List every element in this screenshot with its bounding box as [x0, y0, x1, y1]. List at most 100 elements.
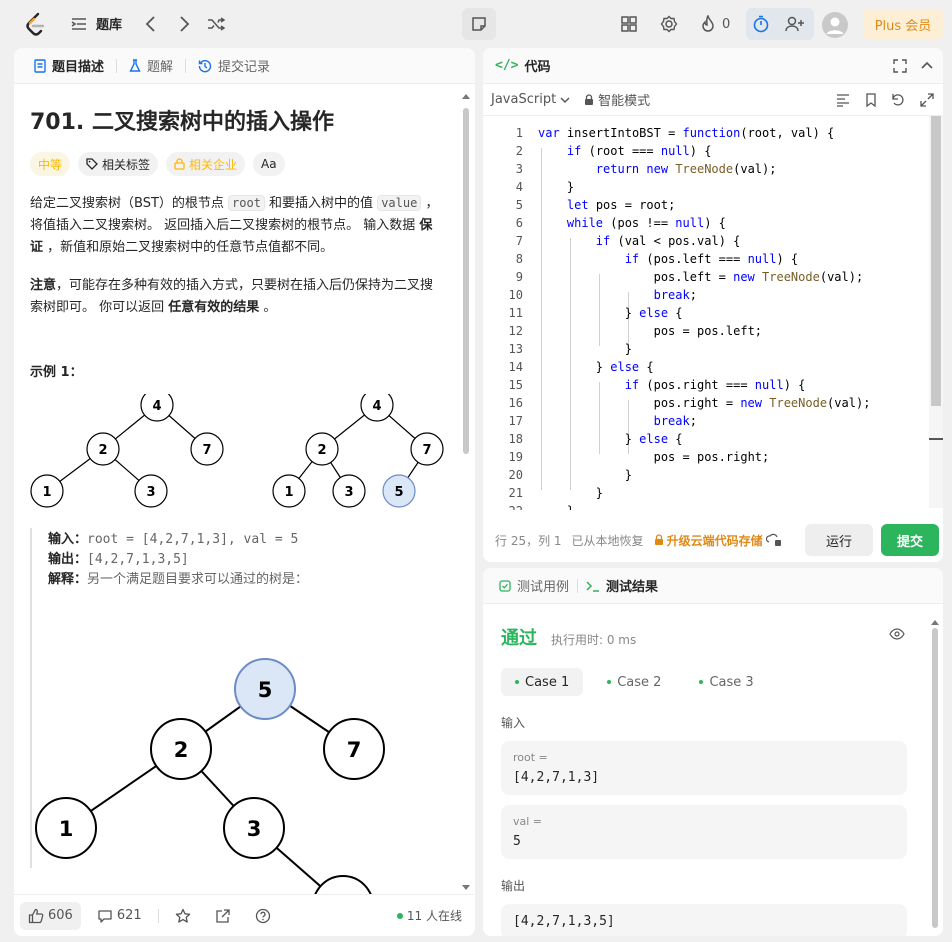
line-number: 14	[508, 360, 523, 374]
tree-node-label: 4	[152, 399, 161, 414]
line-number: 5	[515, 198, 523, 212]
tab-testcases-label: 测试用例	[517, 580, 570, 595]
code-tab[interactable]: </> 代码	[495, 56, 551, 75]
scroll-up-icon	[462, 94, 470, 99]
line-number: 20	[508, 468, 523, 482]
bookmark-icon[interactable]	[865, 93, 877, 107]
settings-button[interactable]	[660, 10, 678, 38]
language-select[interactable]: JavaScript	[491, 92, 570, 107]
case-tab-3[interactable]: Case 3	[685, 668, 767, 696]
favorite-button[interactable]	[167, 902, 199, 930]
example-tree-diagrams: 4 2 7 1 3 4 2 7 1 3 5	[30, 394, 444, 508]
tab-solutions[interactable]: 题解	[121, 56, 181, 75]
notes-button[interactable]	[462, 8, 496, 40]
lock-icon	[174, 158, 185, 170]
example-block: 输入：root = [4,2,7,1,3], val = 5 输出：[4,2,7…	[30, 528, 458, 936]
timer-button[interactable]	[752, 10, 770, 38]
tag-row: 中等 相关标签 相关企业 Aa	[30, 152, 458, 176]
scroll-thumb[interactable]	[463, 108, 469, 454]
code-line: if (pos.left === null) {	[624, 252, 799, 266]
accepted-status: 通过	[501, 628, 537, 649]
code-editor[interactable]: 1 var insertIntoBST = function(root, val)…	[483, 116, 929, 510]
code-tab-label: 代码	[524, 60, 551, 75]
tab-divider	[185, 58, 187, 73]
input-val-box: val = 5	[501, 805, 907, 859]
maximize-icon[interactable]	[893, 59, 907, 73]
related-companies-label: 相关企业	[189, 157, 238, 172]
eye-icon[interactable]	[889, 628, 905, 640]
related-companies-button[interactable]: 相关企业	[166, 152, 246, 176]
related-tags-button[interactable]: 相关标签	[78, 152, 159, 176]
code-line: } else {	[538, 432, 683, 446]
tab-test-result-label: 测试结果	[606, 580, 659, 595]
flame-count: 0	[722, 16, 731, 32]
avatar[interactable]	[822, 11, 848, 39]
example-trees-row: 4 2 7 1 3 4 2 7 1 3 5	[30, 394, 458, 524]
code-line: }	[538, 180, 575, 194]
note-icon	[472, 17, 486, 31]
streak-counter[interactable]: 0	[700, 10, 730, 38]
collapse-icon[interactable]	[920, 59, 934, 73]
layout-icon	[621, 16, 637, 32]
tree-node-label: 2	[174, 738, 189, 762]
tree-node-label: 4	[372, 399, 381, 414]
line-number: 9	[515, 270, 523, 284]
submit-button[interactable]: 提交	[881, 524, 939, 556]
run-button[interactable]: 运行	[805, 524, 873, 556]
tab-testcases[interactable]: 测试用例	[495, 576, 573, 595]
thumbs-up-icon	[28, 908, 44, 923]
output-box: [4,2,7,1,3,5]	[501, 904, 907, 936]
input-root-key: root =	[513, 751, 548, 764]
format-icon[interactable]	[836, 93, 850, 107]
add-friend-button[interactable]	[785, 10, 805, 38]
comments-button[interactable]: 621	[89, 902, 150, 930]
leetcode-logo[interactable]	[25, 12, 47, 40]
result-status-row: 通过 执行用时: 0 ms	[501, 624, 911, 650]
result-panel: 测试用例 测试结果 通过 执行用时: 0 ms Case 1 Case 2 Ca…	[483, 568, 943, 936]
like-button[interactable]: 606	[20, 901, 81, 930]
plus-member-button[interactable]: Plus 会员	[863, 9, 943, 39]
code-status-bar: 行 25，列 1 已从本地恢复 升级云端代码存储	[483, 518, 943, 562]
problem-list-link[interactable]: 题库	[70, 14, 122, 33]
random-problem-button[interactable]	[206, 14, 226, 38]
code-line: if (pos.right === null) {	[624, 378, 806, 392]
font-size-button[interactable]: Aa	[253, 152, 285, 176]
code-line: }	[538, 342, 632, 356]
tab-submissions[interactable]: 提交记录	[190, 56, 278, 75]
code-scrollbar[interactable]	[929, 116, 943, 508]
code-line: pos = pos.right;	[653, 450, 770, 464]
description-scrollbar[interactable]	[461, 88, 471, 890]
reset-icon[interactable]	[891, 93, 905, 107]
smart-mode-toggle[interactable]: 智能模式	[584, 90, 650, 109]
code-toolbar: JavaScript 智能模式	[483, 84, 943, 116]
case-tab-1[interactable]: Case 1	[501, 668, 584, 696]
tab-test-result[interactable]: 测试结果	[582, 576, 662, 595]
description-content: 701. 二叉搜索树中的插入操作 中等 相关标签 相关企业 Aa 给定二叉搜索树…	[14, 84, 474, 936]
tab-description[interactable]: 题目描述	[26, 56, 112, 75]
code-line: pos.left = new TreeNode(val);	[653, 270, 864, 284]
online-text: 11 人在线	[406, 909, 462, 923]
chevron-right-icon	[180, 16, 190, 32]
result-scrollbar[interactable]	[929, 618, 941, 936]
code-line: pos = pos.left;	[653, 324, 763, 338]
result-content: 通过 执行用时: 0 ms Case 1 Case 2 Case 3 输入 ro…	[483, 604, 929, 936]
code-line: return new TreeNode(val);	[595, 162, 777, 176]
next-problem-button[interactable]	[176, 14, 192, 38]
share-button[interactable]	[207, 902, 239, 930]
fullscreen-icon[interactable]	[920, 93, 934, 107]
flame-icon	[702, 15, 714, 32]
help-button[interactable]	[247, 902, 279, 930]
tree-node-label: 5	[258, 678, 273, 702]
layout-button[interactable]	[620, 10, 638, 38]
code-line: var insertIntoBST = function(root, val) …	[538, 126, 835, 140]
lock-icon	[654, 534, 663, 545]
output-value: [4,2,7,1,3,5]	[87, 552, 189, 567]
example-input: 输入：root = [4,2,7,1,3], val = 5	[48, 530, 458, 550]
code-line: if (root === null) {	[566, 144, 712, 158]
upgrade-storage-link[interactable]: 升级云端代码存储	[654, 532, 782, 549]
prev-problem-button[interactable]	[143, 14, 159, 38]
result-scroll-thumb[interactable]	[932, 628, 938, 928]
code-scroll-thumb[interactable]	[931, 116, 941, 406]
explanation-value: 另一个满足题目要求可以通过的树是：	[87, 572, 309, 587]
case-tab-2[interactable]: Case 2	[593, 668, 675, 696]
